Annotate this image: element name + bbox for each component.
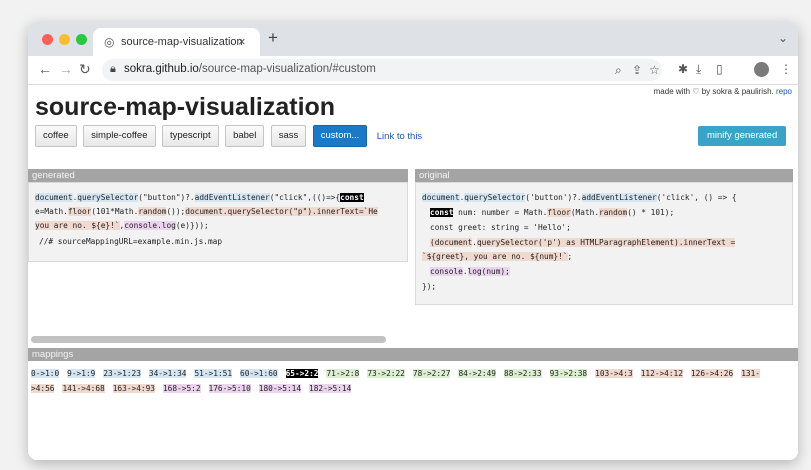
mapping-item[interactable]: 126->4:26 [690, 369, 734, 378]
mapping-item[interactable]: 93->2:38 [549, 369, 588, 378]
url-field[interactable]: 🔒︎ sokra.github.io/source-map-visualizat… [102, 59, 662, 81]
search-icon[interactable]: ⌕ [615, 63, 622, 78]
link-to-this[interactable]: Link to this [377, 131, 422, 142]
code-line: document.querySelector("button")?.addEve… [35, 193, 364, 202]
forward-icon[interactable]: → [59, 61, 73, 77]
close-window-button[interactable] [42, 34, 53, 45]
mapping-item[interactable]: 0->1:0 [31, 369, 60, 378]
code-line: const num: number = Math.floor(Math.rand… [430, 208, 675, 217]
download-icon[interactable]: ⤓ [696, 62, 701, 77]
chevron-down-icon[interactable]: ⌄ [778, 31, 788, 45]
original-header: original [415, 169, 793, 182]
mapping-item[interactable]: 73->2:22 [367, 369, 405, 378]
mapping-item[interactable]: 141->4:68 [62, 384, 105, 393]
maximize-window-button[interactable] [76, 34, 87, 45]
custom-button[interactable]: custom... [312, 125, 368, 147]
original-code-panel[interactable]: document.querySelector('button')?.addEve… [415, 182, 793, 305]
example-buttons: coffee simple-coffee typescript babel sa… [35, 125, 422, 147]
sass-button[interactable]: sass [270, 125, 307, 147]
mapping-item[interactable]: 112->4:12 [640, 369, 683, 378]
mapping-item[interactable]: 182->5:14 [309, 384, 352, 393]
mapping-item[interactable]: 103->4:3 [595, 369, 633, 378]
mapping-item[interactable]: 34->1:34 [148, 369, 187, 378]
extensions-icon[interactable]: ✱ [678, 62, 688, 76]
mapping-item[interactable]: 51->1:51 [194, 369, 233, 378]
page-title: source-map-visualization [35, 93, 336, 121]
globe-icon: ◎ [104, 35, 115, 49]
browser-window: ◎ source-map-visualization × + ⌄ ← → ↻ 🔒… [28, 22, 798, 460]
avatar[interactable] [754, 62, 769, 77]
credit-text: made with ♡ by sokra & paulirish. repo [653, 87, 792, 96]
lock-icon: 🔒︎ [110, 63, 116, 75]
url-text: sokra.github.io/source-map-visualization… [124, 63, 376, 75]
mapping-item[interactable]: 163->4:93 [112, 384, 155, 393]
mapping-item[interactable]: 23->1:23 [103, 369, 141, 378]
code-line: console.log(num); [430, 267, 510, 276]
sidebar-icon[interactable]: ▯ [716, 62, 723, 76]
generated-code-panel[interactable]: document.querySelector("button")?.addEve… [28, 182, 408, 262]
star-icon[interactable]: ☆ [649, 63, 660, 77]
tab-bar: ◎ source-map-visualization × + ⌄ [28, 22, 798, 56]
mappings-header: mappings [28, 348, 798, 361]
simple-coffee-button[interactable]: simple-coffee [83, 125, 156, 147]
new-tab-icon[interactable]: + [268, 28, 278, 48]
mapping-item[interactable]: 71->2:8 [326, 369, 360, 378]
babel-button[interactable]: babel [225, 125, 265, 147]
address-bar: ← → ↻ 🔒︎ sokra.github.io/source-map-visu… [28, 56, 798, 85]
code-line: you are no. ${e}!`,console.log(e)})); [35, 221, 209, 230]
code-line: }); [422, 282, 437, 291]
reload-icon[interactable]: ↻ [79, 61, 91, 78]
mapping-item[interactable]: 9->1:9 [67, 369, 96, 378]
coffee-button[interactable]: coffee [35, 125, 77, 147]
mapping-item[interactable]: 84->2:49 [458, 369, 496, 378]
mapping-item[interactable]: 65->2:2 [285, 369, 319, 378]
minify-generated-button[interactable]: minify generated [698, 126, 787, 146]
menu-icon[interactable]: ⋮ [780, 62, 792, 76]
mapping-item[interactable]: 60->1:60 [240, 369, 278, 378]
mapping-item[interactable]: 176->5:10 [208, 384, 251, 393]
typescript-button[interactable]: typescript [161, 125, 219, 147]
code-line: (document.querySelector('p') as HTMLPara… [430, 238, 736, 247]
mapping-item[interactable]: 78->2:27 [412, 369, 451, 378]
share-icon[interactable]: ⇪ [632, 63, 642, 77]
page-content: made with ♡ by sokra & paulirish. repo s… [28, 85, 798, 460]
browser-tab[interactable]: ◎ source-map-visualization × [93, 28, 260, 56]
tab-title: source-map-visualization [121, 36, 243, 48]
mapping-item[interactable]: 180->5:14 [258, 384, 302, 393]
horizontal-scrollbar[interactable] [31, 336, 386, 343]
minimize-window-button[interactable] [59, 34, 70, 45]
code-line: //# sourceMappingURL=example.min.js.map [39, 237, 223, 246]
code-line: `${greet}, you are no. ${num}!`; [422, 252, 573, 261]
code-line: document.querySelector('button')?.addEve… [422, 193, 737, 202]
code-line: e=Math.floor(101*Math.random());document… [35, 207, 378, 216]
repo-link[interactable]: repo [776, 87, 792, 96]
mappings-list: 0->1:0 9->1:9 23->1:23 34->1:34 51->1:51 60->… [31, 366, 795, 396]
back-icon[interactable]: ← [38, 61, 52, 77]
code-line: const greet: string = 'Hello'; [430, 223, 571, 232]
close-tab-icon[interactable]: × [238, 34, 246, 49]
mapping-item[interactable]: 88->2:33 [504, 369, 542, 378]
mapping-item[interactable]: 168->5:2 [162, 384, 201, 393]
generated-header: generated [28, 169, 408, 182]
